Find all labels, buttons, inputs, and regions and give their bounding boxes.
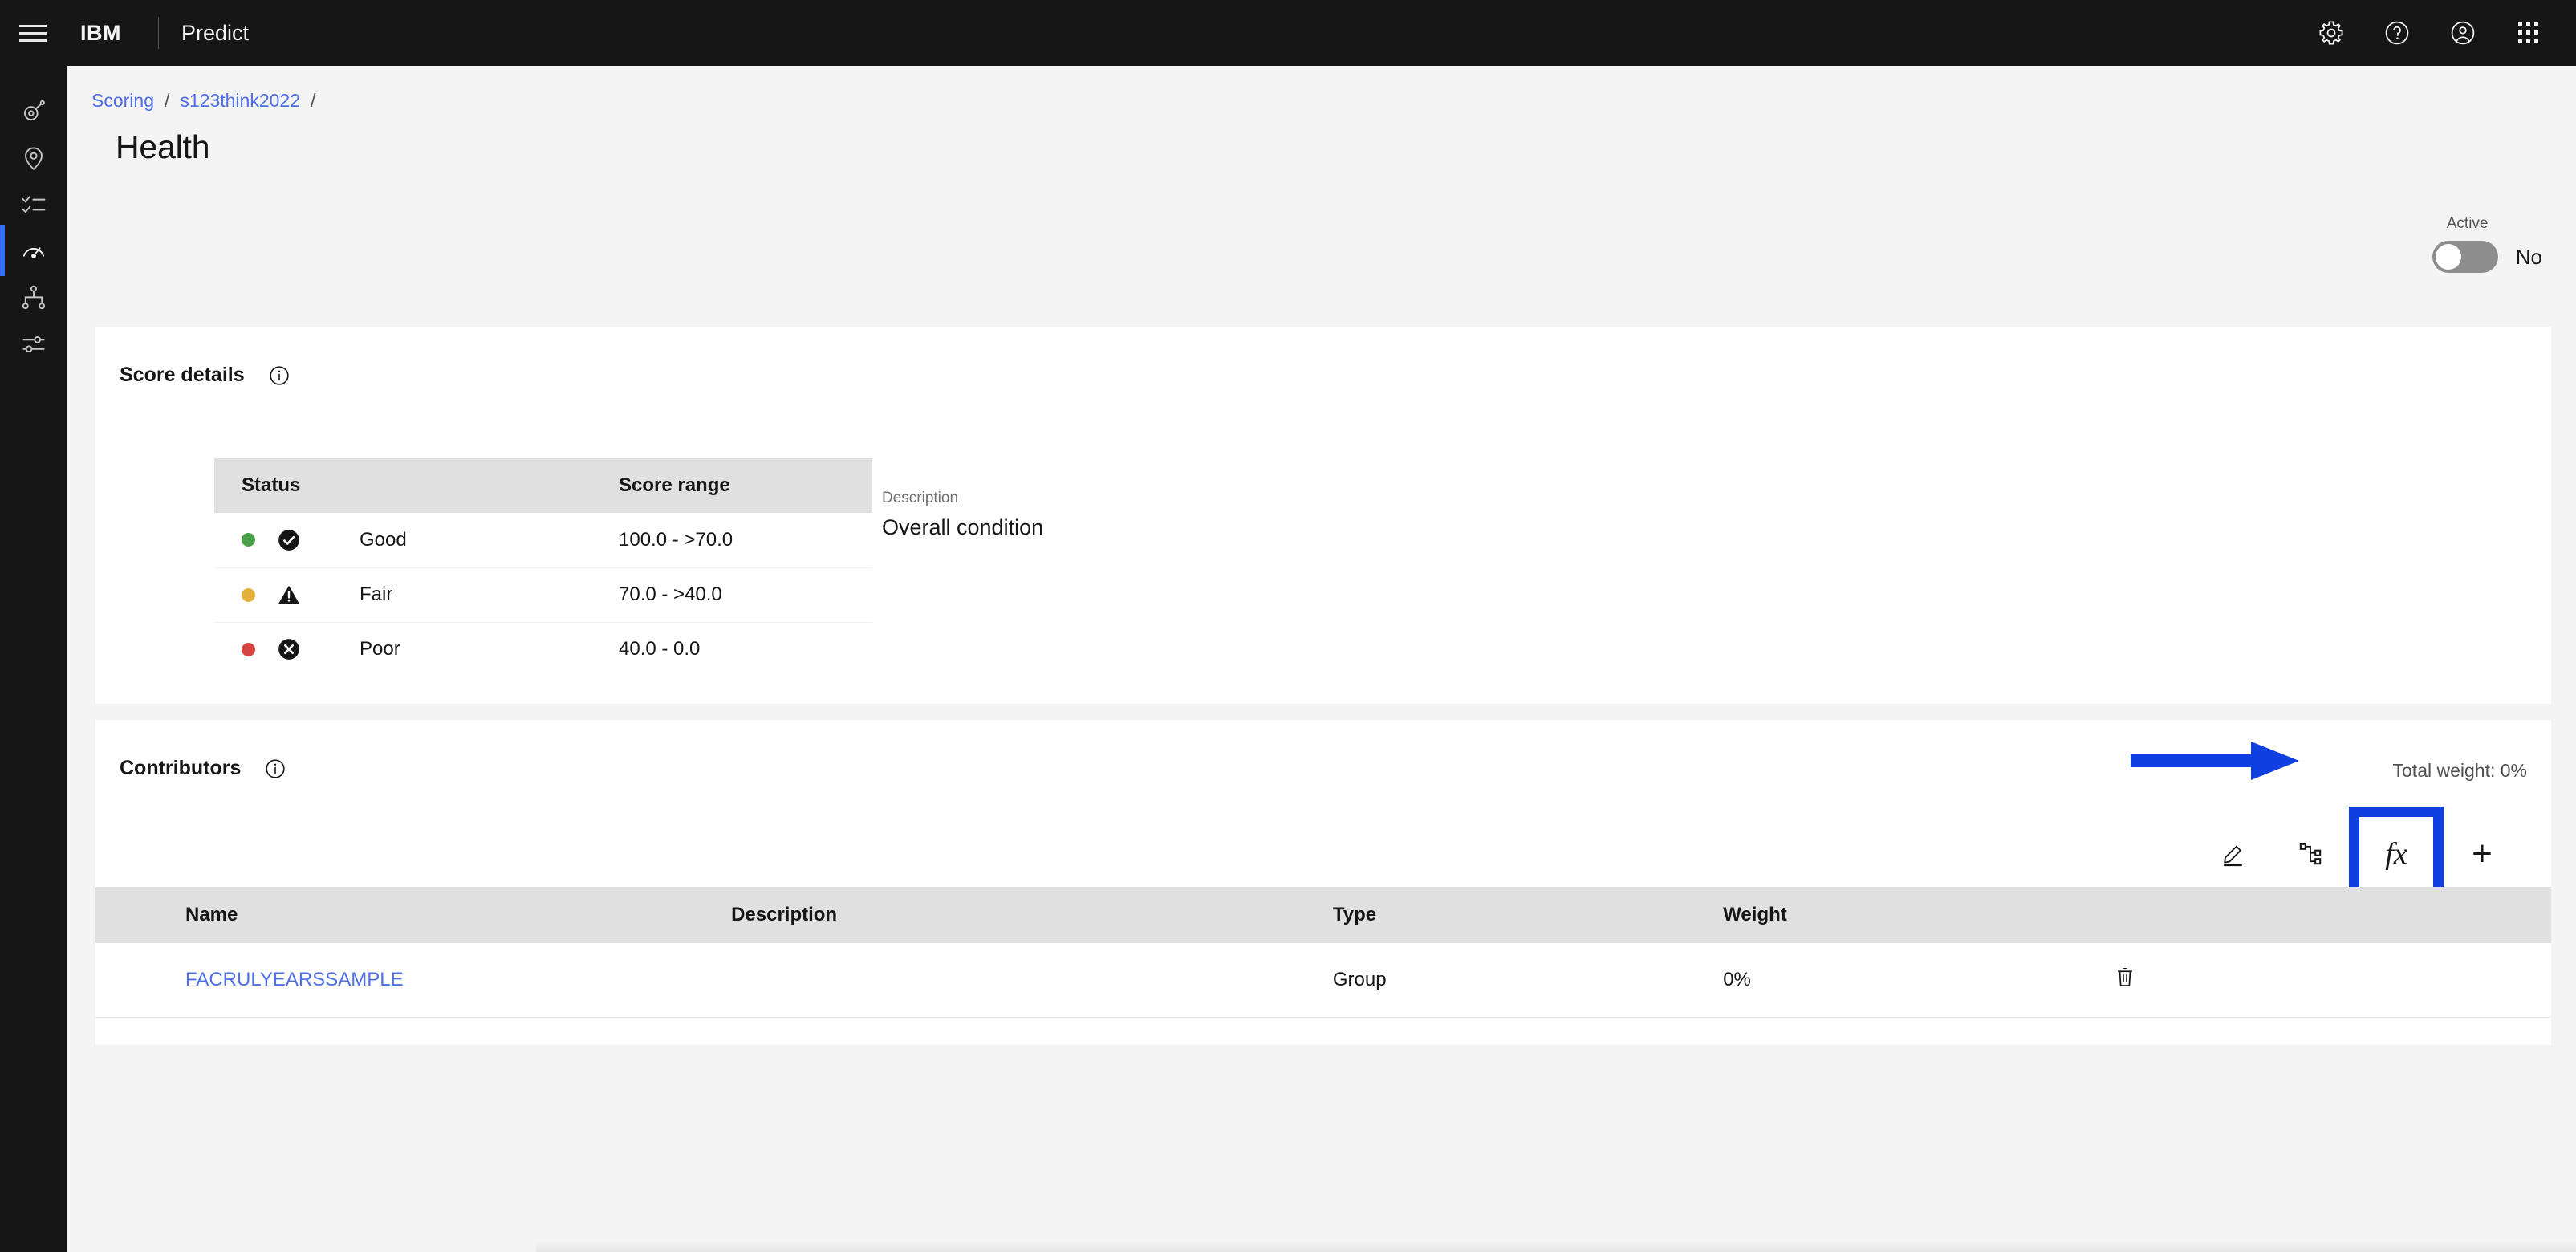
score-status-cell-fair: Fair — [214, 567, 591, 623]
status-dot-good — [242, 533, 255, 547]
breadcrumb-separator-trailing: / — [311, 90, 316, 111]
contrib-col-description: Description — [713, 887, 1315, 943]
contrib-actions-cell — [2095, 943, 2551, 1018]
breadcrumb-separator: / — [164, 90, 170, 111]
main-content: Scoring / s123think2022 / Health Active … — [67, 66, 2576, 1252]
app-name[interactable]: Predict — [181, 21, 249, 46]
contrib-type-cell: Group — [1314, 943, 1706, 1018]
fx-glyph: fx — [2385, 837, 2407, 871]
hamburger-bars — [19, 20, 47, 47]
score-range-poor: 40.0 - 0.0 — [619, 638, 701, 661]
status-label-poor: Poor — [360, 638, 400, 661]
group-icon[interactable] — [2272, 815, 2349, 892]
contributors-table: Name Description Type Weight FACRULYEARS… — [95, 887, 2551, 1018]
description-block: Description Overall condition — [882, 490, 1043, 540]
top-header: IBM Predict — [0, 0, 2576, 66]
settings-icon[interactable] — [2298, 0, 2364, 66]
add-icon[interactable]: + — [2444, 815, 2521, 892]
score-range-fair: 70.0 - >40.0 — [591, 567, 872, 623]
contrib-name-link[interactable]: FACRULYEARSSAMPLE — [185, 969, 404, 990]
contributors-header-row: Name Description Type Weight — [95, 887, 2551, 943]
edit-icon[interactable] — [2195, 815, 2272, 892]
left-sidebar — [0, 66, 67, 1252]
score-details-title: Score details — [120, 364, 245, 386]
active-toggle-row: No — [2432, 241, 2542, 273]
total-weight-label: Total weight: 0% — [2392, 760, 2527, 781]
score-range-good: 100.0 - >70.0 — [591, 513, 872, 568]
score-status-cell-good: Good — [214, 513, 591, 568]
hamburger-menu-icon[interactable] — [0, 0, 66, 66]
info-icon[interactable] — [265, 758, 286, 779]
table-row: Good 100.0 - >70.0 — [214, 513, 872, 568]
help-icon[interactable] — [2364, 0, 2430, 66]
breadcrumb-item-asset[interactable]: s123think2022 — [180, 90, 300, 112]
info-icon[interactable] — [269, 365, 290, 386]
active-toggle-value: No — [2515, 244, 2542, 269]
status-label-fair: Fair — [360, 583, 393, 605]
table-row: Poor 40.0 - 0.0 — [214, 622, 872, 677]
page-title: Health — [116, 128, 210, 165]
active-toggle[interactable] — [2432, 241, 2498, 273]
delete-icon[interactable] — [2114, 965, 2136, 988]
contrib-col-weight: Weight — [1705, 887, 2096, 943]
table-row: FACRULYEARSSAMPLE Group 0% — [95, 943, 2551, 1018]
score-details-header: Score details — [120, 364, 290, 387]
status-dot-poor — [242, 642, 255, 656]
sidebar-item-hierarchy[interactable] — [0, 274, 67, 321]
contributors-card: Contributors Total weight: 0% fx + Name … — [95, 720, 2551, 1045]
description-value: Overall condition — [882, 515, 1044, 539]
description-label: Description — [882, 490, 959, 506]
score-range-table: Status Score range Good 100.0 - >70.0 Fa… — [214, 458, 872, 677]
contrib-col-actions — [2095, 887, 2551, 943]
score-details-card: Score details Status Score range Good 10… — [95, 327, 2551, 704]
active-toggle-group: Active No — [2432, 215, 2542, 273]
table-row: Fair 70.0 - >40.0 — [214, 567, 872, 623]
status-dot-fair — [242, 587, 255, 602]
score-col-status: Status — [214, 458, 591, 513]
brand-divider — [158, 17, 159, 49]
sidebar-item-settings[interactable] — [0, 321, 67, 368]
contrib-description-cell — [713, 943, 1315, 1018]
status-label-good: Good — [360, 528, 407, 551]
breadcrumb: Scoring / s123think2022 / — [91, 90, 326, 112]
plus-glyph: + — [2472, 834, 2493, 873]
toggle-knob — [2435, 244, 2461, 270]
contributors-title: Contributors — [120, 757, 242, 779]
horizontal-scrollbar[interactable] — [536, 1241, 2576, 1252]
score-table-header-row: Status Score range — [214, 458, 872, 513]
score-col-range: Score range — [591, 458, 872, 513]
brand-ibm: IBM — [80, 20, 121, 45]
active-toggle-label: Active — [2446, 215, 2489, 232]
header-actions — [2298, 0, 2576, 66]
contrib-weight-cell: 0% — [1705, 943, 2096, 1018]
error-filled-icon — [278, 638, 300, 661]
contrib-name-cell: FACRULYEARSSAMPLE — [95, 943, 714, 1018]
warning-filled-icon — [278, 583, 300, 606]
contrib-col-name: Name — [95, 887, 714, 943]
sidebar-item-checklist[interactable] — [0, 181, 67, 228]
user-avatar-icon[interactable] — [2430, 0, 2496, 66]
app-switcher-icon[interactable] — [2496, 0, 2562, 66]
contributors-header: Contributors — [120, 757, 286, 780]
score-status-cell-poor: Poor — [214, 622, 591, 677]
sidebar-item-location[interactable] — [0, 135, 67, 181]
contrib-col-type: Type — [1314, 887, 1706, 943]
sidebar-item-scoring[interactable] — [0, 225, 67, 276]
check-filled-icon — [278, 529, 300, 551]
breadcrumb-item-scoring[interactable]: Scoring — [91, 90, 154, 112]
sidebar-item-asset[interactable] — [0, 88, 67, 135]
